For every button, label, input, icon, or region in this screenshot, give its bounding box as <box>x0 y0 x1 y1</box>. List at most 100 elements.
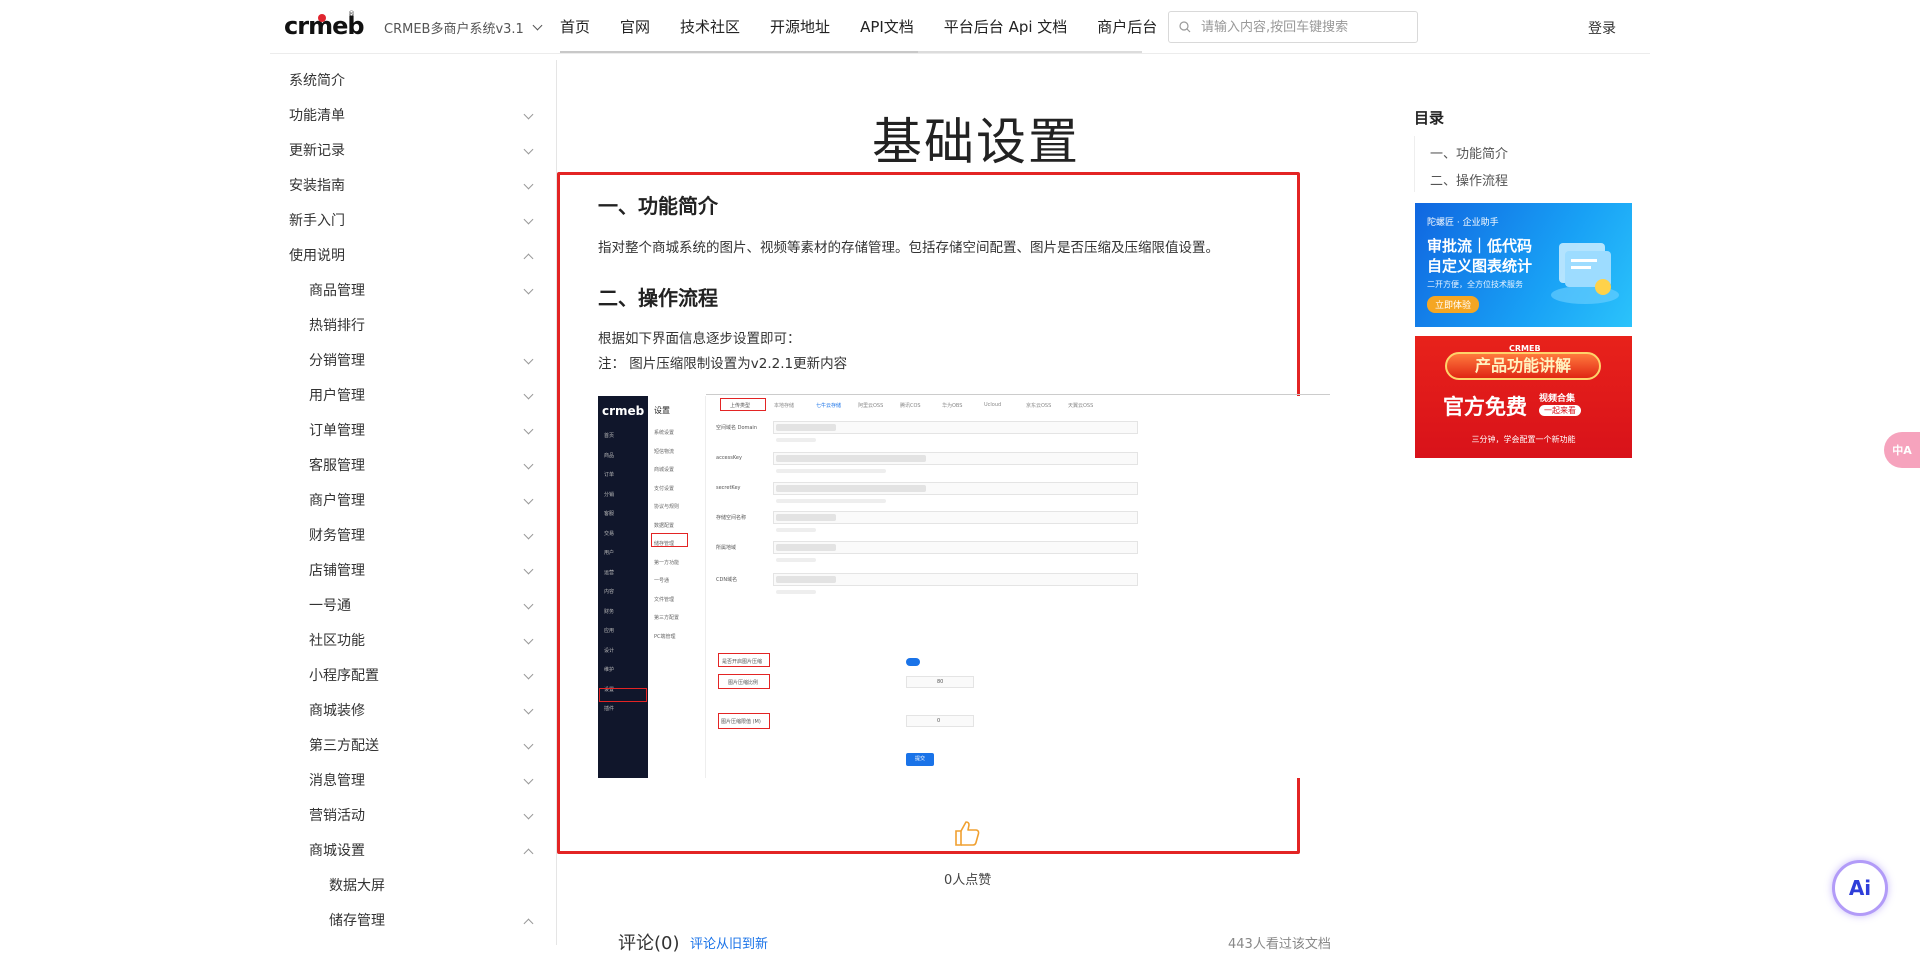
sidebar-item[interactable]: 商城装修 <box>309 694 365 729</box>
screenshot-highlight-storage <box>651 533 688 547</box>
translate-button[interactable]: 中A <box>1884 432 1920 468</box>
screenshot-field-label: accessKey <box>716 455 742 461</box>
screenshot-side-item: 插件 <box>604 706 615 712</box>
chevron-down-icon[interactable] <box>523 529 534 540</box>
nav-tech-community[interactable]: 技术社区 <box>665 0 755 54</box>
sidebar-item-label: 商城设置 <box>309 843 365 859</box>
toc-item-intro[interactable]: 一、功能简介 <box>1430 143 1508 162</box>
screenshot-side-item: 内容 <box>604 589 615 595</box>
screenshot-highlight-settings <box>599 688 647 702</box>
screenshot-field-label: secretKey <box>716 485 741 491</box>
sidebar-item[interactable]: 储存管理 <box>329 904 385 939</box>
sidebar-item[interactable]: 商城设置 <box>309 834 365 869</box>
sidebar-item[interactable]: 客服管理 <box>309 449 365 484</box>
chevron-down-icon[interactable] <box>523 599 534 610</box>
screenshot-top-line <box>706 394 1330 395</box>
screenshot-field-label: 空间域名 Domain <box>716 425 757 431</box>
screenshot-compress-label: 是否开启图片压缩 <box>722 659 763 665</box>
sidebar-item[interactable]: 小程序配置 <box>309 659 379 694</box>
ad1-cta: 立即体验 <box>1427 296 1480 313</box>
screenshot-limit-label: 图片压缩限值 (M) <box>721 719 761 725</box>
chevron-down-icon[interactable] <box>523 354 534 365</box>
chevron-down-icon[interactable] <box>523 739 534 750</box>
screenshot-field-label: CDN域名 <box>716 577 738 583</box>
sidebar-item[interactable]: 商户管理 <box>309 484 365 519</box>
sidebar-item[interactable]: 系统简介 <box>289 64 345 99</box>
search-input[interactable] <box>1199 18 1399 36</box>
ad2-bottom: 三分钟，学会配置一个新功能 <box>1471 435 1576 444</box>
chevron-down-icon[interactable] <box>523 179 534 190</box>
sidebar-item[interactable]: 财务管理 <box>309 519 365 554</box>
sidebar-item[interactable]: 安装指南 <box>289 169 345 204</box>
chevron-down-icon[interactable] <box>523 109 534 120</box>
sidebar-item[interactable]: 热销排行 <box>309 309 365 344</box>
chevron-up-icon[interactable] <box>523 848 534 859</box>
screenshot-form: 上传类型 本地存储 七牛云存储 阿里云OSS 腾讯COS 华为OBS Ucloud 京东云O… <box>706 396 1330 778</box>
toc-line <box>1414 136 1415 192</box>
sidebar-item[interactable]: 第三方配送 <box>309 729 379 764</box>
sidebar-item-label: 新手入门 <box>289 213 345 229</box>
sidebar-item[interactable]: 一号通 <box>309 589 351 624</box>
ai-assistant-button[interactable]: Ai <box>1832 860 1888 916</box>
sidebar-item[interactable]: 使用说明 <box>289 239 345 274</box>
sidebar-item[interactable]: 营销活动 <box>309 799 365 834</box>
sidebar-item[interactable]: 更新记录 <box>289 134 345 169</box>
sidebar-item-label: 社区功能 <box>309 633 365 649</box>
sidebar-item[interactable]: 用户管理 <box>309 379 365 414</box>
chevron-down-icon[interactable] <box>523 459 534 470</box>
chevron-down-icon[interactable] <box>523 284 534 295</box>
chevron-down-icon[interactable] <box>523 494 534 505</box>
login-link[interactable]: 登录 <box>1588 18 1616 38</box>
screenshot-upload-option: 腾讯COS <box>900 403 921 409</box>
thumbs-up-icon[interactable] <box>952 818 982 848</box>
screenshot-upload-label: 上传类型 <box>730 403 751 409</box>
chevron-up-icon[interactable] <box>523 918 534 929</box>
sidebar-item[interactable]: 数据大屏 <box>329 869 385 904</box>
comments-title: 评论(0) <box>618 933 680 954</box>
sidebar-item[interactable]: 消息管理 <box>309 764 365 799</box>
sidebar-item[interactable]: 新手入门 <box>289 204 345 239</box>
chevron-down-icon[interactable] <box>523 704 534 715</box>
sidebar-item-label: 商城装修 <box>309 703 365 719</box>
chevron-down-icon[interactable] <box>523 774 534 785</box>
sidebar-item[interactable]: 店铺管理 <box>309 554 365 589</box>
sidebar-item[interactable]: 商品管理 <box>309 274 365 309</box>
chevron-down-icon[interactable] <box>523 389 534 400</box>
nav-merchant-admin[interactable]: 商户后台 <box>1082 0 1172 54</box>
comments-sort-link[interactable]: 评论从旧到新 <box>690 933 768 952</box>
version-selector[interactable]: CRMEB多商户系统v3.1 <box>384 18 543 37</box>
screenshot-upload-option: 华为OBS <box>942 403 963 409</box>
screenshot-logo: crmeb <box>602 404 645 418</box>
chevron-up-icon[interactable] <box>523 253 534 264</box>
view-count: 443人看过该文档 <box>1228 937 1331 952</box>
sidebar-item[interactable]: 分销管理 <box>309 344 365 379</box>
crmeb-logo[interactable]: crmeb ® <box>284 10 365 42</box>
toc-item-process[interactable]: 二、操作流程 <box>1430 170 1508 189</box>
sidebar-item[interactable]: 功能清单 <box>289 99 345 134</box>
search-icon <box>1179 21 1191 33</box>
nav-home[interactable]: 首页 <box>545 0 605 54</box>
chevron-down-icon[interactable] <box>523 424 534 435</box>
nav-official-site[interactable]: 官网 <box>605 0 665 54</box>
chevron-down-icon[interactable] <box>523 144 534 155</box>
nav-platform-api-docs[interactable]: 平台后台 Api 文档 <box>929 0 1083 54</box>
nav-open-source[interactable]: 开源地址 <box>755 0 845 54</box>
chevron-down-icon <box>532 20 543 31</box>
screenshot-side-item: 分销 <box>604 491 615 498</box>
screenshot-side-item: 维护 <box>604 667 615 673</box>
sidebar-item-label: 商户管理 <box>309 493 365 509</box>
screenshot-side-item: 首页 <box>604 433 615 439</box>
ad-banner-lowcode[interactable]: 陀螺匠 · 企业助手 审批流｜低代码 自定义图表统计 二开方便，全方位技术服务 … <box>1415 203 1632 327</box>
chevron-down-icon[interactable] <box>523 214 534 225</box>
sidebar-item[interactable]: 订单管理 <box>309 414 365 449</box>
screenshot-sub-item: 协议与规则 <box>654 504 680 510</box>
chevron-down-icon[interactable] <box>523 669 534 680</box>
chevron-down-icon[interactable] <box>523 564 534 575</box>
chevron-down-icon[interactable] <box>523 809 534 820</box>
chevron-down-icon[interactable] <box>523 634 534 645</box>
search-box[interactable] <box>1168 11 1418 43</box>
sidebar-item[interactable]: 社区功能 <box>309 624 365 659</box>
nav-api-docs[interactable]: API文档 <box>845 0 929 54</box>
screenshot-side-item: 客服 <box>604 511 615 517</box>
ad-banner-feature-videos[interactable]: CRMEB 产品功能讲解 官方免费 视频合集 一起来看 三分钟，学会配置一个新功… <box>1415 336 1632 458</box>
